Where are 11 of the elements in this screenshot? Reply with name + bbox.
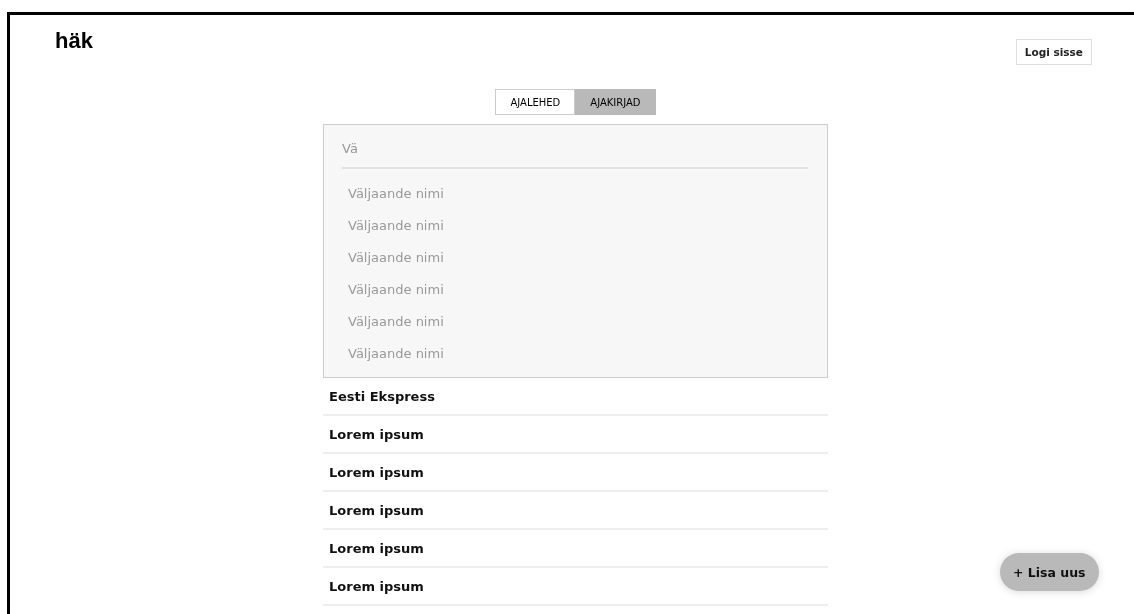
publication-item[interactable]: Lorem ipsum: [329, 426, 424, 442]
publication-item[interactable]: Lorem ipsum: [329, 540, 424, 556]
publication-item[interactable]: Lorem ipsum: [329, 578, 424, 594]
add-button[interactable]: + Lisa uus: [1000, 553, 1099, 591]
publication-item[interactable]: Lorem ipsum: [329, 464, 424, 480]
tab[interactable]: AJAKIRJAD: [575, 89, 656, 115]
publication-item[interactable]: Lorem ipsum: [329, 502, 424, 518]
logo: häk: [55, 29, 93, 53]
login-button[interactable]: Logi sisse: [1015, 39, 1092, 65]
tab[interactable]: AJALEHED: [495, 89, 576, 115]
publication-item[interactable]: Eesti Ekspress: [329, 388, 435, 404]
